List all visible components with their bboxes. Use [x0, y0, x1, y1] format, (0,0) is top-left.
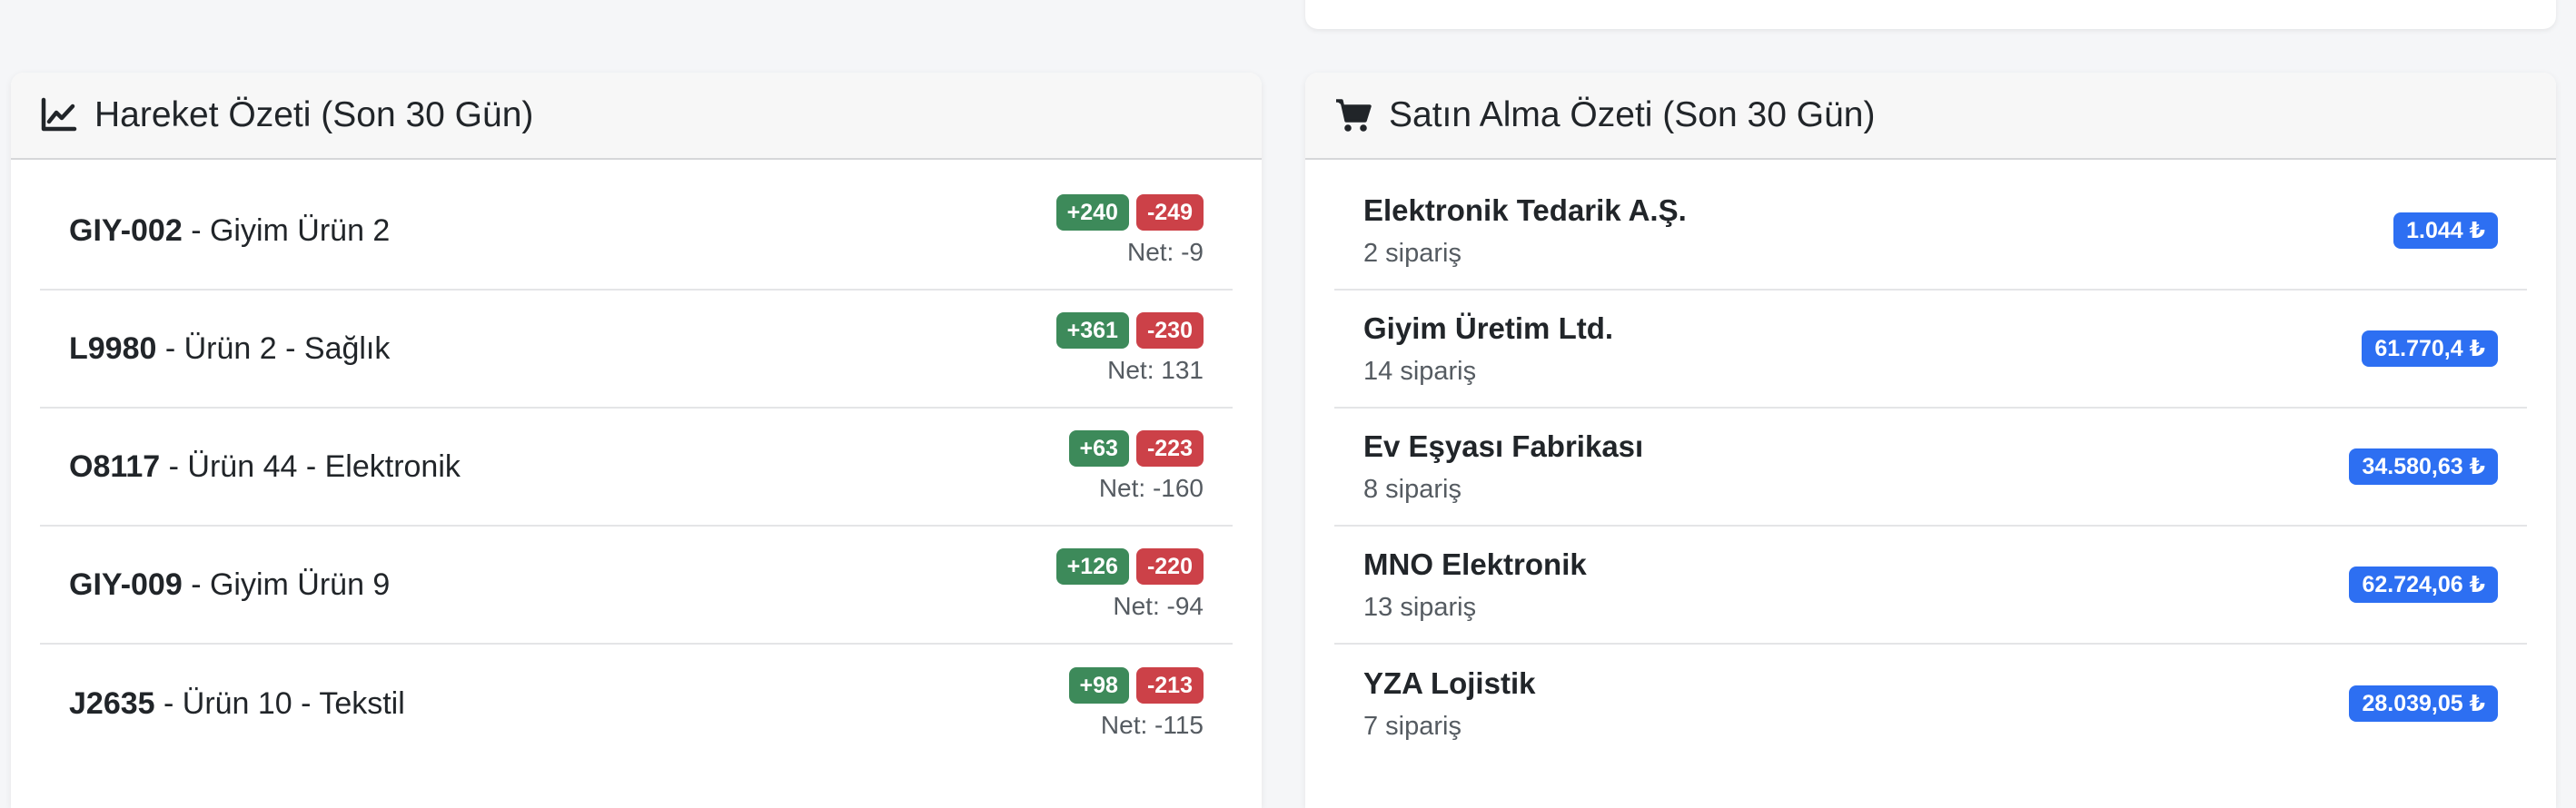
- incoming-badge: +240: [1055, 194, 1129, 231]
- purchase-row: Ev Eşyası Fabrikası 8 sipariş 34.580,63 …: [1334, 409, 2527, 527]
- product-name: - Giyim Ürün 9: [182, 567, 391, 602]
- supplier-info: Elektronik Tedarik A.Ş. 2 sipariş: [1363, 193, 1687, 269]
- chart-line-icon: [40, 96, 78, 134]
- movement-row: J2635 - Ürün 10 - Tekstil +98 -213 Net: …: [40, 645, 1233, 763]
- amount-badge: 28.039,05 ₺: [2349, 685, 2498, 722]
- movement-stats: +361 -230 Net: 131: [1055, 312, 1204, 385]
- net-value: Net: -9: [1126, 238, 1204, 266]
- order-count: 2 sipariş: [1363, 238, 1461, 268]
- supplier-name: Giyim Üretim Ltd.: [1363, 310, 1614, 345]
- incoming-badge: +98: [1068, 667, 1129, 704]
- amount-badge: 61.770,4 ₺: [2362, 330, 2498, 367]
- movement-stats: +63 -223 Net: -160: [1068, 430, 1204, 503]
- supplier-name: YZA Lojistik: [1363, 665, 1536, 700]
- product-name: - Ürün 2 - Sağlık: [156, 330, 391, 366]
- purchase-summary-title: Satın Alma Özeti (Son 30 Gün): [1389, 95, 1876, 134]
- supplier-info: YZA Lojistik 7 sipariş: [1363, 666, 1535, 742]
- product-code: GIY-009: [69, 567, 183, 602]
- amount-badge: 1.044 ₺: [2393, 212, 2498, 249]
- movement-stats: +240 -249 Net: -9: [1055, 194, 1204, 267]
- shopping-cart-icon: [1334, 96, 1372, 134]
- movement-row: GIY-009 - Giyim Ürün 9 +126 -220 Net: -9…: [40, 527, 1233, 645]
- net-value: Net: -115: [1100, 711, 1204, 739]
- previous-card-bottom: [1305, 0, 2556, 29]
- movement-summary-card: Hareket Özeti (Son 30 Gün) GIY-002 - Giy…: [11, 73, 1262, 808]
- outgoing-badge: -223: [1135, 430, 1204, 467]
- order-count: 13 sipariş: [1363, 592, 1477, 622]
- order-count: 8 sipariş: [1363, 474, 1461, 504]
- product-label: GIY-002 - Giyim Ürün 2: [69, 213, 390, 249]
- outgoing-badge: -249: [1135, 194, 1204, 231]
- net-value: Net: -94: [1113, 592, 1204, 620]
- product-code: L9980: [69, 330, 157, 366]
- incoming-badge: +361: [1055, 312, 1129, 349]
- movement-stats: +126 -220 Net: -94: [1055, 548, 1204, 621]
- product-code: GIY-002: [69, 212, 183, 248]
- amount-badge: 62.724,06 ₺: [2349, 567, 2498, 603]
- product-label: L9980 - Ürün 2 - Sağlık: [69, 331, 390, 367]
- movement-summary-header: Hareket Özeti (Son 30 Gün): [11, 73, 1262, 160]
- movement-row: GIY-002 - Giyim Ürün 2 +240 -249 Net: -9: [40, 172, 1233, 291]
- product-label: GIY-009 - Giyim Ürün 9: [69, 567, 390, 603]
- movement-row: O8117 - Ürün 44 - Elektronik +63 -223 Ne…: [40, 409, 1233, 527]
- incoming-badge: +63: [1068, 430, 1129, 467]
- product-name: - Giyim Ürün 2: [182, 212, 391, 248]
- purchase-summary-header: Satın Alma Özeti (Son 30 Gün): [1305, 73, 2556, 160]
- outgoing-badge: -230: [1135, 312, 1204, 349]
- net-value: Net: -160: [1098, 474, 1204, 502]
- product-name: - Ürün 44 - Elektronik: [160, 448, 461, 484]
- supplier-info: MNO Elektronik 13 sipariş: [1363, 547, 1587, 623]
- product-name: - Ürün 10 - Tekstil: [154, 685, 405, 721]
- supplier-name: Ev Eşyası Fabrikası: [1363, 429, 1644, 463]
- order-count: 14 sipariş: [1363, 356, 1477, 386]
- product-code: J2635: [69, 685, 155, 721]
- supplier-name: MNO Elektronik: [1363, 547, 1587, 581]
- purchase-list: Elektronik Tedarik A.Ş. 2 sipariş 1.044 …: [1305, 160, 2556, 763]
- purchase-row: Giyim Üretim Ltd. 14 sipariş 61.770,4 ₺: [1334, 291, 2527, 409]
- net-value: Net: 131: [1107, 356, 1204, 384]
- supplier-info: Ev Eşyası Fabrikası 8 sipariş: [1363, 429, 1643, 505]
- purchase-row: MNO Elektronik 13 sipariş 62.724,06 ₺: [1334, 527, 2527, 645]
- purchase-row: YZA Lojistik 7 sipariş 28.039,05 ₺: [1334, 645, 2527, 763]
- amount-badge: 34.580,63 ₺: [2349, 448, 2498, 485]
- product-label: O8117 - Ürün 44 - Elektronik: [69, 449, 461, 485]
- movement-list: GIY-002 - Giyim Ürün 2 +240 -249 Net: -9…: [11, 160, 1262, 763]
- order-count: 7 sipariş: [1363, 711, 1461, 741]
- purchase-row: Elektronik Tedarik A.Ş. 2 sipariş 1.044 …: [1334, 172, 2527, 291]
- movement-stats: +98 -213 Net: -115: [1068, 667, 1204, 740]
- incoming-badge: +126: [1055, 548, 1129, 585]
- supplier-info: Giyim Üretim Ltd. 14 sipariş: [1363, 311, 1613, 387]
- purchase-summary-card: Satın Alma Özeti (Son 30 Gün) Elektronik…: [1305, 73, 2556, 808]
- supplier-name: Elektronik Tedarik A.Ş.: [1363, 192, 1687, 227]
- product-code: O8117: [69, 448, 161, 484]
- product-label: J2635 - Ürün 10 - Tekstil: [69, 686, 405, 722]
- outgoing-badge: -220: [1135, 548, 1204, 585]
- outgoing-badge: -213: [1135, 667, 1204, 704]
- movement-row: L9980 - Ürün 2 - Sağlık +361 -230 Net: 1…: [40, 291, 1233, 409]
- movement-summary-title: Hareket Özeti (Son 30 Gün): [94, 95, 534, 134]
